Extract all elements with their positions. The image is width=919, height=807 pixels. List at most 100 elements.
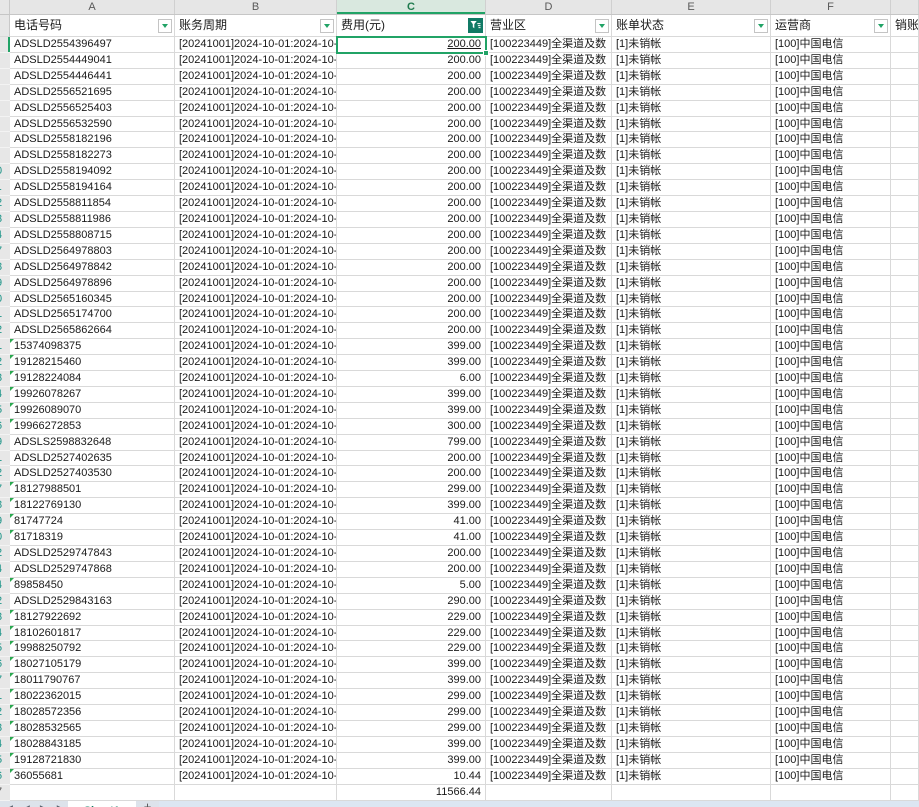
- cell-operator[interactable]: [100]中国电信: [771, 498, 891, 514]
- cell-area[interactable]: [100223449]全渠道及数: [486, 307, 612, 323]
- cell-phone[interactable]: ADSLD2554396497: [10, 37, 175, 53]
- cell-fee[interactable]: 399.00: [337, 498, 486, 514]
- cell-period-empty[interactable]: [175, 785, 337, 801]
- cell-writeoff[interactable]: [891, 307, 919, 323]
- cell-fee[interactable]: 200.00: [337, 37, 486, 53]
- cell-phone[interactable]: ADSLS2598832648: [10, 435, 175, 451]
- cell-phone[interactable]: ADSLD2564978803: [10, 244, 175, 260]
- cell-status[interactable]: [1]未销帐: [612, 371, 771, 387]
- cell-area[interactable]: [100223449]全渠道及数: [486, 419, 612, 435]
- cell-status[interactable]: [1]未销帐: [612, 85, 771, 101]
- cell-status[interactable]: [1]未销帐: [612, 657, 771, 673]
- cell-period[interactable]: [20241001]2024-10-01:2024-10-: [175, 514, 337, 530]
- cell-operator[interactable]: [100]中国电信: [771, 371, 891, 387]
- cell-phone[interactable]: ADSLD2558194164: [10, 180, 175, 196]
- cell-phone[interactable]: ADSLD2558194092: [10, 164, 175, 180]
- cell-status[interactable]: [1]未销帐: [612, 260, 771, 276]
- cell-writeoff[interactable]: [891, 705, 919, 721]
- cell-writeoff[interactable]: [891, 196, 919, 212]
- cell-period[interactable]: [20241001]2024-10-01:2024-10-: [175, 419, 337, 435]
- cell-writeoff[interactable]: [891, 69, 919, 85]
- cell-area[interactable]: [100223449]全渠道及数: [486, 164, 612, 180]
- cell-status[interactable]: [1]未销帐: [612, 403, 771, 419]
- cell-period[interactable]: [20241001]2024-10-01:2024-10-: [175, 180, 337, 196]
- cell-period[interactable]: [20241001]2024-10-01:2024-10-: [175, 164, 337, 180]
- cell-fee[interactable]: 399.00: [337, 657, 486, 673]
- cell-fee[interactable]: 200.00: [337, 546, 486, 562]
- cell-status[interactable]: [1]未销帐: [612, 673, 771, 689]
- cell-fee[interactable]: 200.00: [337, 276, 486, 292]
- cell-status[interactable]: [1]未销帐: [612, 562, 771, 578]
- cell-writeoff[interactable]: [891, 498, 919, 514]
- cell-phone[interactable]: ADSLD2558811854: [10, 196, 175, 212]
- cell-operator[interactable]: [100]中国电信: [771, 196, 891, 212]
- cell-period[interactable]: [20241001]2024-10-01:2024-10-: [175, 387, 337, 403]
- cell-status[interactable]: [1]未销帐: [612, 769, 771, 785]
- cell-writeoff[interactable]: [891, 292, 919, 308]
- cell-period[interactable]: [20241001]2024-10-01:2024-10-: [175, 403, 337, 419]
- row-header[interactable]: 50: [0, 530, 10, 546]
- cell-operator[interactable]: [100]中国电信: [771, 769, 891, 785]
- row-header[interactable]: 11: [0, 180, 10, 196]
- cell-area[interactable]: [100223449]全渠道及数: [486, 228, 612, 244]
- cell-status[interactable]: [1]未销帐: [612, 180, 771, 196]
- cell-operator[interactable]: [100]中国电信: [771, 164, 891, 180]
- cell-period[interactable]: [20241001]2024-10-01:2024-10-: [175, 292, 337, 308]
- row-header[interactable]: 47: [0, 482, 10, 498]
- cell-period[interactable]: [20241001]2024-10-01:2024-10-: [175, 737, 337, 753]
- cell-writeoff[interactable]: [891, 37, 919, 53]
- cell-writeoff[interactable]: [891, 482, 919, 498]
- cell-phone[interactable]: ADSLD2565174700: [10, 307, 175, 323]
- cell-period[interactable]: [20241001]2024-10-01:2024-10-: [175, 594, 337, 610]
- cell-operator[interactable]: [100]中国电信: [771, 387, 891, 403]
- cell-phone[interactable]: 81718319: [10, 530, 175, 546]
- row-header[interactable]: 42: [0, 466, 10, 482]
- cell-operator[interactable]: [100]中国电信: [771, 546, 891, 562]
- row-header[interactable]: 21: [0, 307, 10, 323]
- row-header[interactable]: 41: [0, 451, 10, 467]
- header-cell-period[interactable]: 账务周期: [175, 15, 337, 37]
- cell-writeoff[interactable]: [891, 276, 919, 292]
- cell-phone[interactable]: ADSLD2564978842: [10, 260, 175, 276]
- cell-fee[interactable]: 200.00: [337, 466, 486, 482]
- cell-status[interactable]: [1]未销帐: [612, 737, 771, 753]
- cell-operator[interactable]: [100]中国电信: [771, 753, 891, 769]
- cell-phone[interactable]: ADSLD2527403530: [10, 466, 175, 482]
- cell-operator[interactable]: [100]中国电信: [771, 228, 891, 244]
- row-header[interactable]: 54: [0, 562, 10, 578]
- row-header[interactable]: 6: [0, 101, 10, 117]
- column-header-B[interactable]: B: [175, 0, 337, 14]
- cell-status[interactable]: [1]未销帐: [612, 435, 771, 451]
- cell-status[interactable]: [1]未销帐: [612, 69, 771, 85]
- cell-area[interactable]: [100223449]全渠道及数: [486, 323, 612, 339]
- header-cell-fee[interactable]: 费用(元): [337, 15, 486, 37]
- cell-period[interactable]: [20241001]2024-10-01:2024-10-: [175, 37, 337, 53]
- row-header[interactable]: 3: [0, 53, 10, 69]
- cell-writeoff[interactable]: [891, 626, 919, 642]
- cell-fee[interactable]: 200.00: [337, 53, 486, 69]
- row-header[interactable]: 83: [0, 721, 10, 737]
- row-header[interactable]: 39: [0, 435, 10, 451]
- row-header[interactable]: 14: [0, 228, 10, 244]
- cell-period[interactable]: [20241001]2024-10-01:2024-10-: [175, 132, 337, 148]
- cell-writeoff[interactable]: [891, 355, 919, 371]
- cell-writeoff[interactable]: [891, 451, 919, 467]
- cell-operator[interactable]: [100]中国电信: [771, 307, 891, 323]
- cell-phone[interactable]: 18028843185: [10, 737, 175, 753]
- cell-operator[interactable]: [100]中国电信: [771, 610, 891, 626]
- cell-operator[interactable]: [100]中国电信: [771, 689, 891, 705]
- cell-writeoff[interactable]: [891, 578, 919, 594]
- cell-writeoff[interactable]: [891, 180, 919, 196]
- cell-fee[interactable]: 200.00: [337, 244, 486, 260]
- row-header[interactable]: 8: [0, 132, 10, 148]
- row-header[interactable]: 22: [0, 323, 10, 339]
- row-header[interactable]: 84: [0, 737, 10, 753]
- cell-operator[interactable]: [100]中国电信: [771, 260, 891, 276]
- cell-fee[interactable]: 290.00: [337, 594, 486, 610]
- cell-operator[interactable]: [100]中国电信: [771, 657, 891, 673]
- cell-phone[interactable]: 19966272853: [10, 419, 175, 435]
- cell-status[interactable]: [1]未销帐: [612, 196, 771, 212]
- cell-status[interactable]: [1]未销帐: [612, 53, 771, 69]
- cell-status[interactable]: [1]未销帐: [612, 546, 771, 562]
- cell-fee[interactable]: 299.00: [337, 689, 486, 705]
